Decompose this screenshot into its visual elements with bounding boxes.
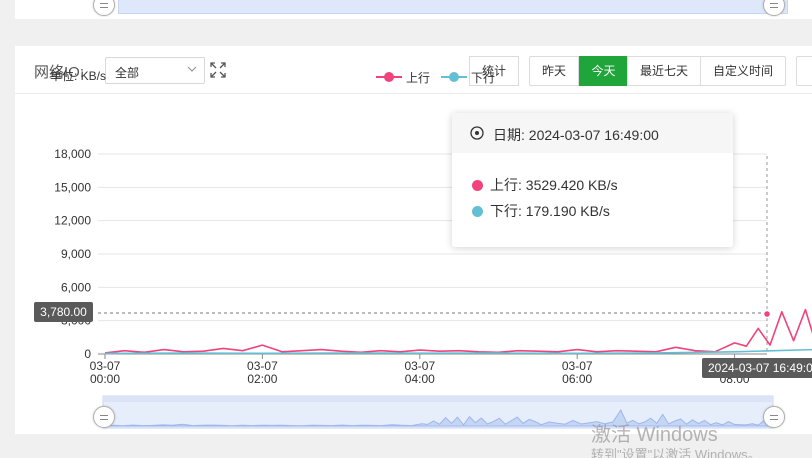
tooltip-down-dot	[472, 205, 483, 217]
x-tick-time-label: 04:00	[405, 372, 435, 386]
windows-activation-watermark: 激活 Windows 转到"设置"以激活 Windows。	[591, 418, 761, 458]
x-tick-date-label: 03-07	[247, 359, 278, 373]
y-tick-label: 15,000	[54, 180, 91, 194]
chart-tooltip: 日期: 2024-03-07 16:49:00 上行: 3529.420 KB/…	[452, 113, 733, 247]
tooltip-date: 日期: 2024-03-07 16:49:00	[493, 127, 659, 143]
x-tick-date-label: 03-07	[562, 359, 593, 373]
x-tick-date-label: 03-07	[90, 359, 121, 373]
hover-point-up	[762, 309, 772, 319]
zoom-slider-top-bar[interactable]	[103, 396, 773, 402]
zoom-handle-right[interactable]	[763, 406, 785, 428]
y-tick-label: 6,000	[61, 280, 91, 294]
zoom-handle-left[interactable]	[93, 406, 115, 428]
tooltip-row-down: 下行: 179.190 KB/s	[472, 201, 610, 221]
clock-icon	[470, 126, 484, 140]
y-tick-label: 9,000	[61, 247, 91, 261]
tooltip-up-value: 上行: 3529.420 KB/s	[490, 177, 618, 193]
crosshair-y-label: 3,780.00	[34, 302, 93, 322]
crosshair-x-label: 2024-03-07 16:49:00	[702, 358, 812, 378]
watermark-line2: 转到"设置"以激活 Windows。	[591, 447, 761, 458]
tooltip-row-up: 上行: 3529.420 KB/s	[472, 175, 618, 195]
x-tick-time-label: 06:00	[562, 372, 592, 386]
tooltip-header: 日期: 2024-03-07 16:49:00	[452, 113, 733, 153]
y-tick-label: 12,000	[54, 214, 91, 228]
watermark-line1: 激活 Windows	[591, 424, 718, 446]
x-tick-date-label: 03-07	[404, 359, 435, 373]
tooltip-up-dot	[472, 179, 483, 191]
x-tick-time-label: 00:00	[90, 372, 120, 386]
y-tick-label: 18,000	[54, 147, 91, 161]
x-tick-time-label: 02:00	[247, 372, 277, 386]
series-line-down	[104, 348, 812, 355]
tooltip-down-value: 下行: 179.190 KB/s	[490, 203, 610, 219]
